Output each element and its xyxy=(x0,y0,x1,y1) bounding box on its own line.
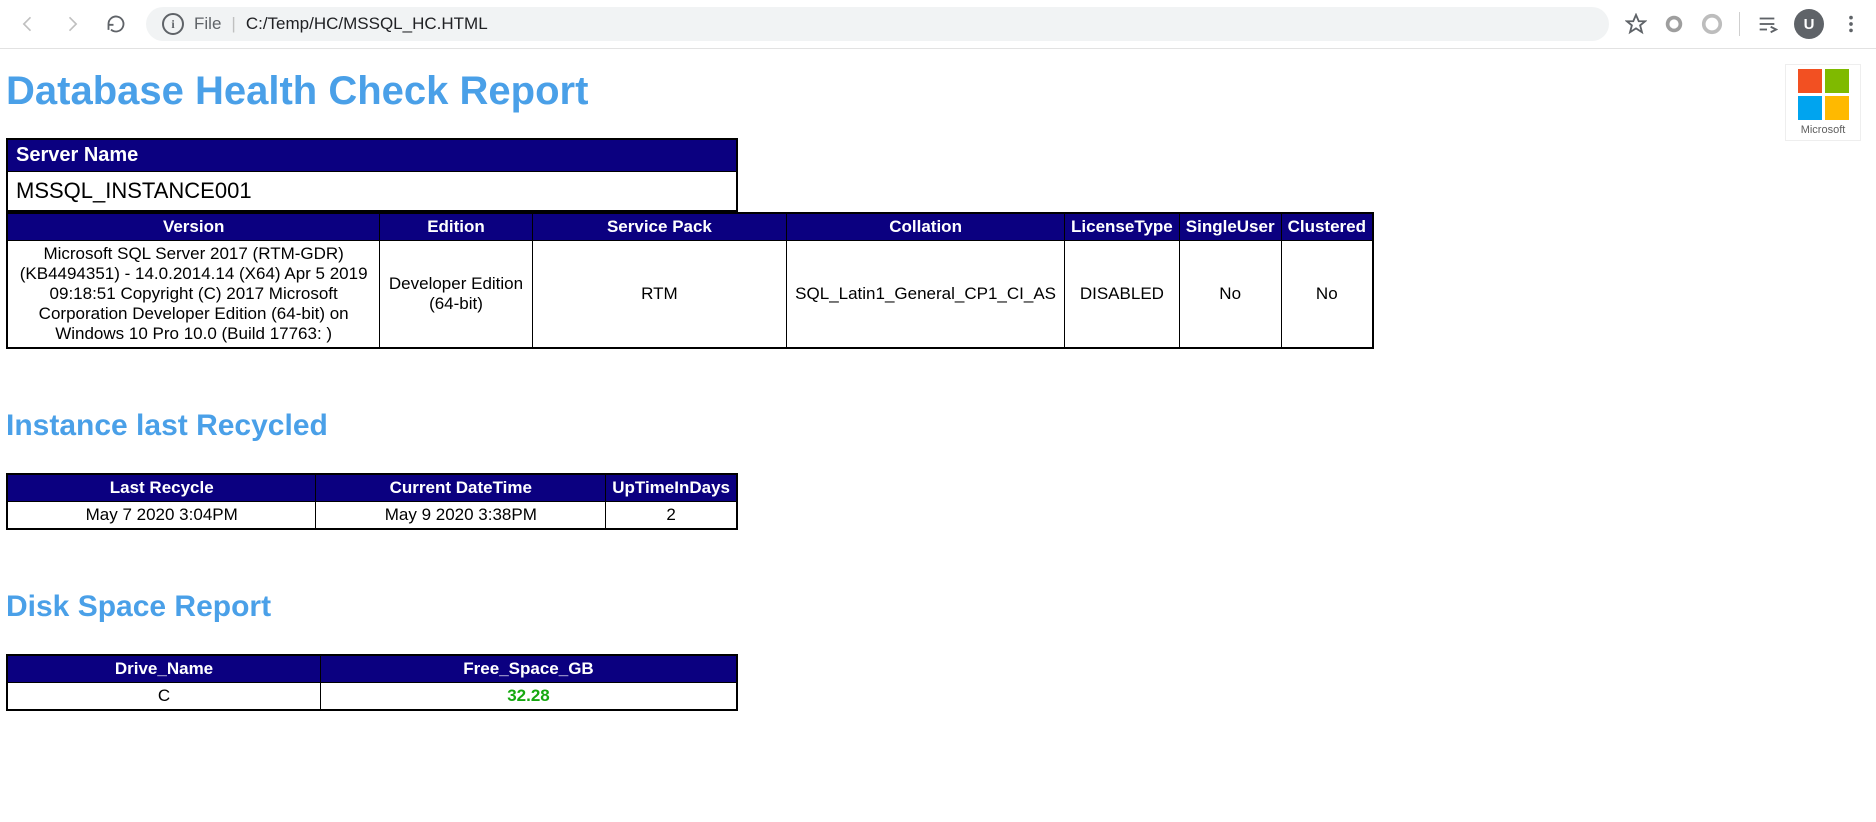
microsoft-logo-icon xyxy=(1798,69,1849,120)
server-name-header: Server Name xyxy=(7,139,737,172)
col-free-space: Free_Space_GB xyxy=(321,655,738,683)
url-separator: | xyxy=(231,14,235,34)
cell-single-user: No xyxy=(1179,241,1281,349)
toolbar-right: U xyxy=(1625,9,1862,39)
cell-collation: SQL_Latin1_General_CP1_CI_AS xyxy=(787,241,1065,349)
server-name-table: Server Name MSSQL_INSTANCE001 xyxy=(6,138,738,212)
col-clustered: Clustered xyxy=(1281,213,1373,241)
extension-circle-icon[interactable] xyxy=(1663,13,1685,35)
cell-edition: Developer Edition (64-bit) xyxy=(380,241,532,349)
extension-ring-icon[interactable] xyxy=(1701,13,1723,35)
browser-toolbar: i File | C:/Temp/HC/MSSQL_HC.HTML U xyxy=(0,0,1876,49)
disk-heading: Disk Space Report xyxy=(6,590,1870,624)
forward-button[interactable] xyxy=(58,10,86,38)
profile-avatar[interactable]: U xyxy=(1794,9,1824,39)
site-info-icon[interactable]: i xyxy=(162,13,184,35)
col-single-user: SingleUser xyxy=(1179,213,1281,241)
col-drive-name: Drive_Name xyxy=(7,655,321,683)
microsoft-logo-caption: Microsoft xyxy=(1790,124,1856,136)
col-last-recycle: Last Recycle xyxy=(7,474,316,502)
avatar-letter: U xyxy=(1804,16,1815,33)
recycle-table: Last Recycle Current DateTime UpTimeInDa… xyxy=(6,473,738,530)
col-service-pack: Service Pack xyxy=(532,213,786,241)
cell-drive-name: C xyxy=(7,683,321,711)
bookmark-star-icon[interactable] xyxy=(1625,13,1647,35)
microsoft-logo: Microsoft xyxy=(1786,65,1860,140)
col-version: Version xyxy=(7,213,380,241)
reload-button[interactable] xyxy=(102,10,130,38)
cell-version: Microsoft SQL Server 2017 (RTM-GDR) (KB4… xyxy=(7,241,380,349)
col-uptime-days: UpTimeInDays xyxy=(606,474,737,502)
server-info-table: Version Edition Service Pack Collation L… xyxy=(6,212,1374,349)
cell-clustered: No xyxy=(1281,241,1373,349)
toolbar-separator xyxy=(1739,12,1740,36)
recycle-heading: Instance last Recycled xyxy=(6,409,1870,443)
col-license-type: LicenseType xyxy=(1065,213,1180,241)
page-body: Microsoft Database Health Check Report S… xyxy=(0,49,1876,751)
url-scheme: File xyxy=(194,14,221,34)
server-name-value: MSSQL_INSTANCE001 xyxy=(7,172,737,212)
address-bar[interactable]: i File | C:/Temp/HC/MSSQL_HC.HTML xyxy=(146,7,1609,41)
cell-current-dt: May 9 2020 3:38PM xyxy=(316,502,606,530)
disk-table: Drive_Name Free_Space_GB C 32.28 xyxy=(6,654,738,711)
table-row: Microsoft SQL Server 2017 (RTM-GDR) (KB4… xyxy=(7,241,1373,349)
cell-service-pack: RTM xyxy=(532,241,786,349)
url-path: C:/Temp/HC/MSSQL_HC.HTML xyxy=(246,14,488,34)
kebab-menu-icon[interactable] xyxy=(1840,13,1862,35)
cell-uptime-days: 2 xyxy=(606,502,737,530)
page-title: Database Health Check Report xyxy=(6,69,1870,114)
media-playlist-icon[interactable] xyxy=(1756,13,1778,35)
cell-free-space: 32.28 xyxy=(321,683,738,711)
col-edition: Edition xyxy=(380,213,532,241)
table-row: C 32.28 xyxy=(7,683,737,711)
back-button[interactable] xyxy=(14,10,42,38)
cell-last-recycle: May 7 2020 3:04PM xyxy=(7,502,316,530)
cell-license-type: DISABLED xyxy=(1065,241,1180,349)
table-row: May 7 2020 3:04PM May 9 2020 3:38PM 2 xyxy=(7,502,737,530)
col-current-dt: Current DateTime xyxy=(316,474,606,502)
col-collation: Collation xyxy=(787,213,1065,241)
